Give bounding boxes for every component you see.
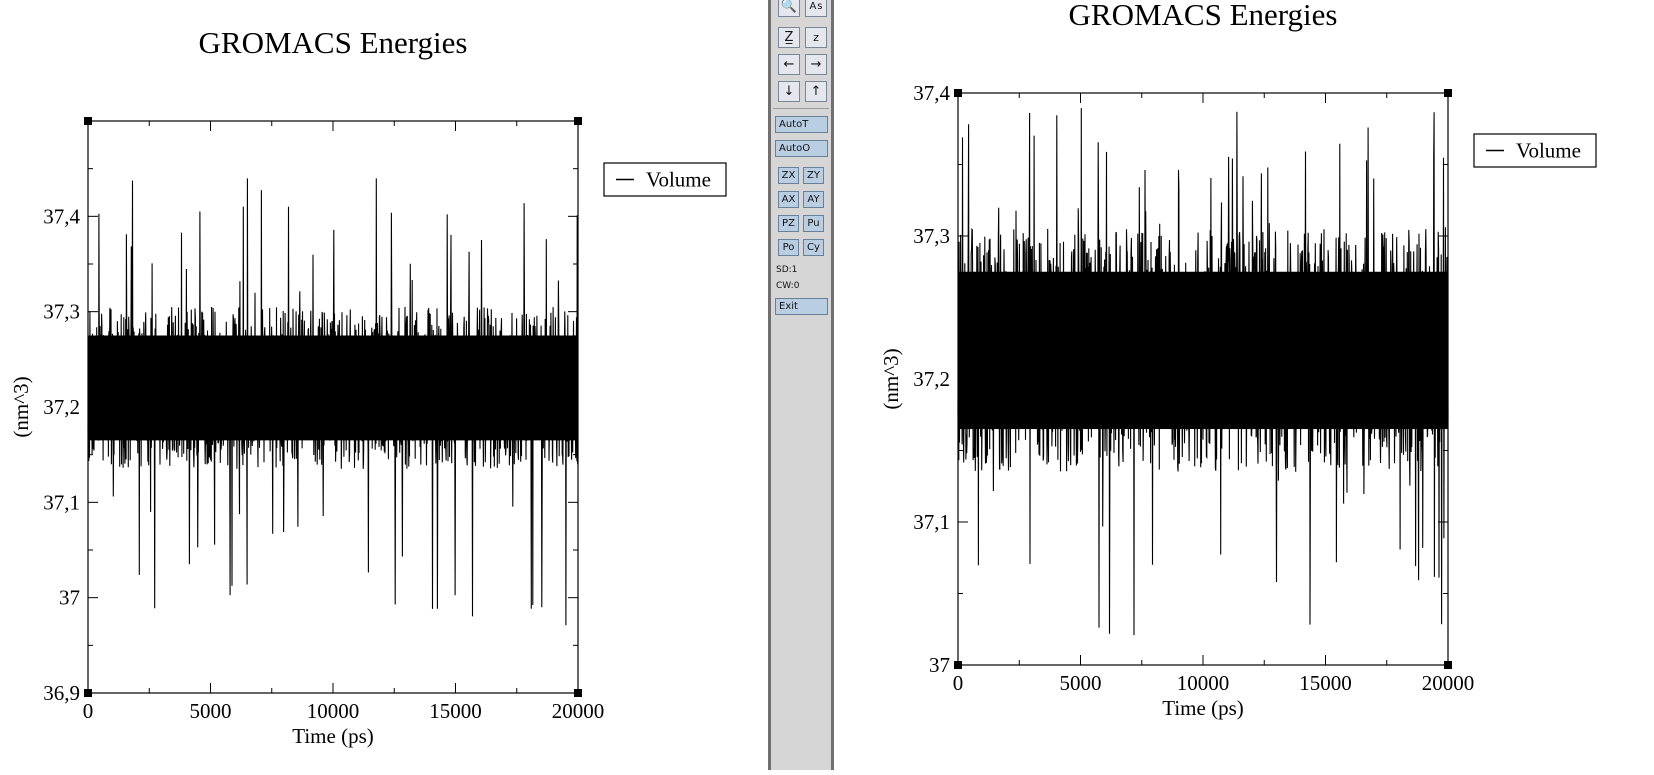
arrow-down-icon[interactable]: ↓ bbox=[778, 81, 800, 102]
x-tick-label: 0 bbox=[83, 699, 94, 723]
cy-button[interactable]: Cy bbox=[803, 239, 824, 256]
x-tick-label: 20000 bbox=[552, 699, 605, 723]
x-tick-label: 15000 bbox=[1299, 671, 1352, 695]
zx-button[interactable]: ZX bbox=[778, 167, 799, 184]
chart-title: GROMACS Energies bbox=[199, 25, 468, 60]
legend-label: Volume bbox=[1516, 139, 1581, 163]
ay-button[interactable]: AY bbox=[803, 191, 824, 208]
y-tick-label: 37,2 bbox=[913, 367, 950, 391]
series-volume-band bbox=[88, 335, 578, 441]
left-plot-pane: GROMACS Energies 0 5000 10000 15000 20000 36,9… bbox=[0, 0, 768, 770]
x-axis-label: Time (ps) bbox=[1162, 696, 1244, 720]
right-chart: GROMACS Energies 0 5000 10000 15000 20000 37 37… bbox=[879, 0, 1597, 720]
x-tick-label: 0 bbox=[953, 671, 964, 695]
arrow-right-icon[interactable]: → bbox=[805, 54, 827, 75]
autot-button[interactable]: AutoT bbox=[775, 116, 828, 133]
po-button[interactable]: Po bbox=[778, 239, 799, 256]
exit-button[interactable]: Exit bbox=[775, 298, 828, 315]
x-tick-label: 20000 bbox=[1422, 671, 1475, 695]
zoom-in-icon[interactable]: Z̲ bbox=[778, 27, 800, 48]
arrow-up-icon[interactable]: ↑ bbox=[805, 81, 827, 102]
ax-button[interactable]: AX bbox=[778, 191, 799, 208]
y-tick-label: 37,3 bbox=[43, 300, 80, 324]
y-tick-label: 37,4 bbox=[43, 204, 80, 228]
x-tick-label: 10000 bbox=[307, 699, 360, 723]
x-tick-label: 10000 bbox=[1177, 671, 1230, 695]
y-tick-label: 36,9 bbox=[43, 681, 80, 705]
legend: Volume bbox=[1473, 133, 1597, 168]
y-axis-label: (nm^3) bbox=[879, 348, 903, 409]
right-plot-pane: GROMACS Energies 0 5000 10000 15000 20000 37 37… bbox=[834, 0, 1654, 770]
legend-label: Volume bbox=[646, 168, 711, 192]
y-axis-label: (nm^3) bbox=[9, 376, 33, 437]
y-tick-label: 37 bbox=[929, 653, 950, 677]
series-volume-band bbox=[958, 271, 1448, 430]
cw-readout: CW:0 bbox=[776, 281, 800, 291]
text-icon[interactable]: A s bbox=[805, 0, 827, 17]
x-axis-label: Time (ps) bbox=[292, 724, 374, 748]
autoo-button[interactable]: AutoO bbox=[775, 140, 828, 157]
zy-button[interactable]: ZY bbox=[803, 167, 824, 184]
pu-button[interactable]: Pu bbox=[803, 215, 824, 232]
toolbar-separator bbox=[773, 108, 829, 109]
legend: Volume bbox=[603, 162, 727, 197]
left-chart: GROMACS Energies 0 5000 10000 15000 20000 36,9… bbox=[9, 25, 727, 748]
zoom-out-icon[interactable]: z bbox=[805, 27, 827, 48]
x-tick-label: 5000 bbox=[1060, 671, 1102, 695]
y-tick-label: 37,1 bbox=[913, 510, 950, 534]
x-tick-label: 15000 bbox=[429, 699, 482, 723]
pz-button[interactable]: PZ bbox=[778, 215, 799, 232]
y-tick-label: 37,2 bbox=[43, 395, 80, 419]
y-tick-label: 37,4 bbox=[913, 81, 950, 105]
y-tick-label: 37,1 bbox=[43, 490, 80, 514]
toolbar: 🔍 A s Z̲ z ← → ↓ ↑ AutoT AutoO ZX ZY AX … bbox=[771, 0, 831, 770]
arrow-left-icon[interactable]: ← bbox=[778, 54, 800, 75]
x-tick-label: 5000 bbox=[190, 699, 232, 723]
y-tick-label: 37 bbox=[59, 586, 80, 610]
chart-title: GROMACS Energies bbox=[1069, 0, 1338, 32]
search-icon[interactable]: 🔍 bbox=[778, 0, 800, 17]
y-tick-label: 37,3 bbox=[913, 224, 950, 248]
sd-readout: SD:1 bbox=[776, 265, 798, 275]
